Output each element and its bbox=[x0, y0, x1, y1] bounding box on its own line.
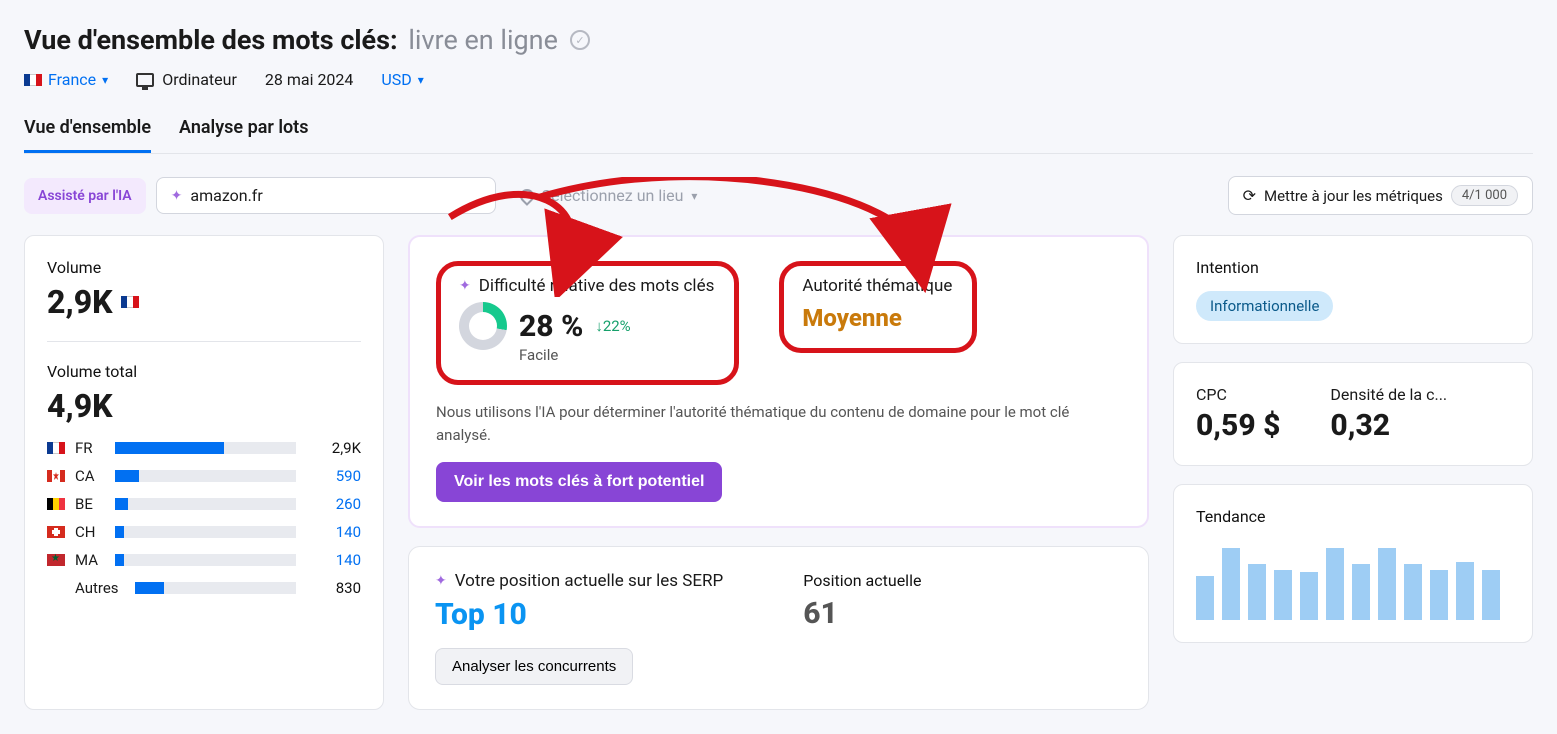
update-label: Mettre à jour les métriques bbox=[1264, 187, 1443, 205]
verified-icon: ✓ bbox=[570, 30, 590, 50]
chevron-down-icon: ▾ bbox=[691, 189, 697, 203]
authority-label: Autorité thématique bbox=[802, 276, 952, 296]
flag-ca-icon bbox=[47, 470, 65, 482]
country-select[interactable]: France ▾ bbox=[24, 70, 108, 89]
currency-select[interactable]: USD ▾ bbox=[381, 70, 423, 89]
sparkle-icon: ✦ bbox=[435, 573, 447, 589]
density-label: Densité de la c... bbox=[1330, 385, 1447, 404]
location-placeholder: Sélectionnez un lieu bbox=[542, 186, 684, 205]
authority-box: Autorité thématique Moyenne bbox=[779, 261, 977, 353]
pin-icon bbox=[517, 186, 537, 206]
refresh-icon: ⟳ bbox=[1243, 186, 1256, 205]
volume-row-ma[interactable]: MA140 bbox=[47, 551, 361, 569]
volume-label: Volume bbox=[47, 258, 361, 277]
currency-label: USD bbox=[381, 70, 411, 89]
sparkle-icon: ✦ bbox=[459, 278, 471, 294]
volume-card: Volume 2,9K Volume total 4,9K FR2,9K CA59… bbox=[24, 235, 384, 710]
country-label: France bbox=[48, 70, 96, 89]
trend-label: Tendance bbox=[1196, 507, 1510, 526]
intent-label: Intention bbox=[1196, 258, 1510, 277]
difficulty-delta: ↓22% bbox=[595, 317, 630, 335]
volume-value: 2,9K bbox=[47, 283, 361, 321]
ai-panel: ✦ Difficulté relative des mots clés 28 %… bbox=[408, 235, 1149, 528]
update-count: 4/1 000 bbox=[1451, 185, 1518, 206]
volume-row-ch[interactable]: CH140 bbox=[47, 523, 361, 541]
ai-desc: Nous utilisons l'IA pour déterminer l'au… bbox=[436, 401, 1076, 446]
volume-row-be[interactable]: BE260 bbox=[47, 495, 361, 513]
difficulty-easy: Facile bbox=[519, 346, 714, 364]
tab-bulk[interactable]: Analyse par lots bbox=[179, 117, 308, 153]
flag-fr-icon bbox=[121, 296, 139, 308]
difficulty-donut bbox=[459, 302, 507, 350]
high-potential-button[interactable]: Voir les mots clés à fort potentiel bbox=[436, 462, 722, 502]
trend-card: Tendance bbox=[1173, 484, 1533, 643]
density-value: 0,32 bbox=[1330, 408, 1447, 443]
trend-chart bbox=[1196, 540, 1510, 620]
authority-value: Moyenne bbox=[802, 304, 952, 332]
page-title-keyword: livre en ligne bbox=[408, 24, 558, 56]
intent-card: Intention Informationnelle bbox=[1173, 235, 1533, 344]
monitor-icon bbox=[136, 73, 154, 87]
volume-row-fr[interactable]: FR2,9K bbox=[47, 439, 361, 457]
domain-input[interactable]: ✦ amazon.fr bbox=[156, 177, 496, 214]
chevron-down-icon: ▾ bbox=[418, 73, 424, 87]
device-label: Ordinateur bbox=[162, 70, 237, 89]
sparkle-icon: ✦ bbox=[171, 188, 183, 204]
serp-panel: ✦ Votre position actuelle sur les SERP T… bbox=[408, 546, 1149, 710]
position-label: Position actuelle bbox=[803, 571, 921, 590]
cpc-value: 0,59 $ bbox=[1196, 408, 1280, 443]
volume-total-label: Volume total bbox=[47, 362, 361, 381]
update-metrics-button[interactable]: ⟳ Mettre à jour les métriques 4/1 000 bbox=[1228, 176, 1533, 215]
intent-value[interactable]: Informationnelle bbox=[1196, 291, 1333, 321]
volume-total-value: 4,9K bbox=[47, 387, 361, 425]
serp-label: Votre position actuelle sur les SERP bbox=[455, 571, 724, 591]
flag-fr-icon bbox=[47, 442, 65, 454]
flag-fr-icon bbox=[24, 74, 42, 86]
location-select[interactable]: Sélectionnez un lieu ▾ bbox=[506, 178, 712, 213]
difficulty-pct: 28 % bbox=[519, 309, 583, 344]
analyze-competitors-button[interactable]: Analyser les concurrents bbox=[435, 648, 633, 685]
volume-row-others[interactable]: Autres830 bbox=[47, 579, 361, 597]
cpc-label: CPC bbox=[1196, 385, 1280, 404]
date-label: 28 mai 2024 bbox=[265, 70, 354, 89]
tab-overview[interactable]: Vue d'ensemble bbox=[24, 117, 151, 153]
difficulty-label: Difficulté relative des mots clés bbox=[479, 276, 715, 296]
flag-ma-icon bbox=[47, 554, 65, 566]
domain-value: amazon.fr bbox=[190, 186, 262, 205]
flag-be-icon bbox=[47, 498, 65, 510]
volume-row-ca[interactable]: CA590 bbox=[47, 467, 361, 485]
serp-top: Top 10 bbox=[435, 597, 723, 632]
difficulty-box: ✦ Difficulté relative des mots clés 28 %… bbox=[436, 261, 739, 385]
chevron-down-icon: ▾ bbox=[102, 73, 108, 87]
device-indicator: Ordinateur bbox=[136, 70, 237, 89]
page-title: Vue d'ensemble des mots clés: livre en l… bbox=[24, 24, 558, 56]
cpc-density-card: CPC 0,59 $ Densité de la c... 0,32 bbox=[1173, 362, 1533, 466]
page-title-prefix: Vue d'ensemble des mots clés: bbox=[24, 24, 398, 56]
flag-ch-icon bbox=[47, 526, 65, 538]
ai-badge: Assisté par l'IA bbox=[24, 178, 146, 214]
position-value: 61 bbox=[803, 596, 921, 631]
